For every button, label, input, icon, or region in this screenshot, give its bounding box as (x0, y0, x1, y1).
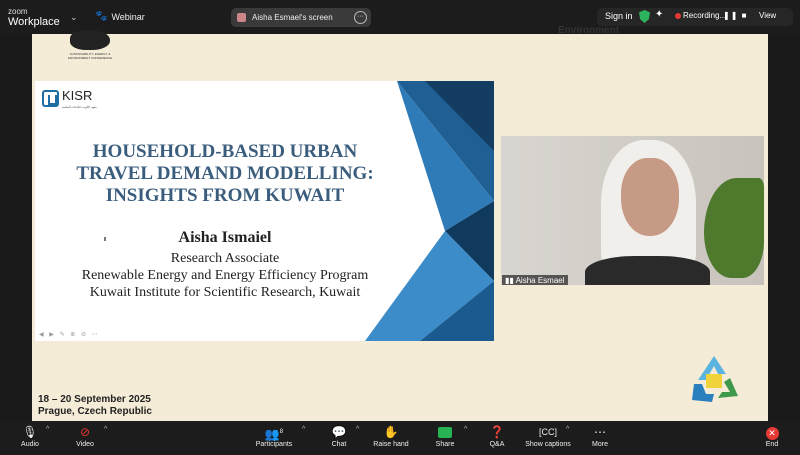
top-right-controls: Sign in ✦ Recording... ❚❚ ■ View (597, 8, 793, 26)
captions-caret-icon[interactable]: ^ (566, 426, 569, 433)
conference-logo: SUSTAINABILITY, ENERGY & ENVIRONMENT CON… (66, 30, 114, 62)
participants-icon: 👥8 (264, 427, 284, 441)
participants-button[interactable]: 👥8 Participants (250, 424, 298, 448)
share-caret-icon[interactable]: ^ (464, 426, 467, 433)
view-button[interactable]: View (759, 11, 776, 20)
kisr-logo-icon (42, 89, 59, 107)
share-label: Share (435, 441, 455, 448)
share-screen-icon (438, 427, 452, 438)
more-button[interactable]: ⋯ More (588, 424, 612, 448)
recording-dot-icon (675, 13, 681, 19)
raise-hand-label: Raise hand (373, 441, 409, 448)
presenter-institute: Kuwait Institute for Scientific Research… (89, 285, 361, 300)
video-label: Video (76, 441, 94, 448)
captions-label: Show captions (525, 441, 571, 448)
slide-title-line: TRAVEL DEMAND MODELLING: (76, 163, 374, 184)
mouse-cursor (104, 237, 106, 241)
slide-title-line: HOUSEHOLD-BASED URBAN (92, 141, 358, 162)
audio-options-caret-icon[interactable]: ^ (46, 426, 49, 433)
participants-caret-icon[interactable]: ^ (302, 426, 305, 433)
kisr-logo-text: KISR (62, 88, 93, 103)
kisr-logo-subtext: معهد الكويت للأبحاث العلمية (62, 105, 97, 109)
sign-in-button[interactable]: Sign in (605, 11, 633, 21)
conference-dates: 18 – 20 September 2025 (38, 394, 151, 405)
audio-label: Audio (21, 441, 39, 448)
webinar-menu[interactable]: 🐾 Webinar (95, 11, 145, 22)
more-options-icon[interactable]: ··· (354, 11, 367, 24)
conference-info: 18 – 20 September 2025 Prague, Czech Rep… (38, 394, 152, 418)
chat-icon: 💬 (331, 425, 347, 439)
chat-caret-icon[interactable]: ^ (356, 426, 359, 433)
participant-body (585, 256, 710, 285)
end-label: End (765, 441, 779, 448)
qa-button[interactable]: ❓ Q&A (486, 424, 508, 448)
participants-label: Participants (255, 441, 293, 448)
slide-toolbar[interactable]: ◀ ▶ ✎ ⊕ ⊖ ⋯ (39, 331, 100, 338)
plant-graphic (704, 178, 764, 278)
presenter-role: Research Associate (170, 251, 280, 266)
video-options-caret-icon[interactable]: ^ (104, 426, 107, 433)
participant-face (621, 158, 679, 236)
slide-title: HOUSEHOLD-BASED URBAN TRAVEL DEMAND MODE… (35, 141, 415, 207)
video-off-icon: ⊘ (79, 425, 91, 439)
microphone-icon: 🎙 (22, 425, 38, 439)
more-icon: ⋯ (594, 425, 606, 439)
environment-label: Environment (558, 25, 620, 36)
chevron-down-icon[interactable]: ⌄ (70, 12, 78, 23)
signal-icon: ▮▮ (505, 276, 514, 285)
presenter-program: Renewable Energy and Energy Efficiency P… (81, 268, 369, 283)
world-map-graphic (70, 30, 110, 50)
presenter-avatar (237, 13, 246, 22)
participant-name-label: ▮▮ Aisha Esmael (502, 275, 568, 285)
paw-icon: 🐾 (95, 11, 108, 22)
conference-location: Prague, Czech Republic (38, 406, 152, 417)
presentation-slide: KISR معهد الكويت للأبحاث العلمية HOUSEHO… (35, 81, 494, 341)
screen-share-indicator[interactable]: Aisha Esmael's screen ··· (231, 8, 371, 27)
participant-video-tile[interactable]: ▮▮ Aisha Esmael (501, 136, 764, 285)
raise-hand-icon: ✋ (383, 425, 399, 439)
qa-label: Q&A (489, 441, 505, 448)
logo-big-text: Workplace (8, 16, 60, 28)
end-icon: ✕ (765, 427, 779, 440)
top-bar: zoom Workplace ⌄ 🐾 Webinar Aisha Esmael'… (0, 0, 800, 34)
presenter-name: Aisha Ismaiel (178, 229, 272, 246)
share-button[interactable]: Share (432, 424, 458, 448)
audio-button[interactable]: 🎙 Audio (15, 424, 45, 448)
raise-hand-button[interactable]: ✋ Raise hand (370, 424, 412, 448)
pause-recording-icon[interactable]: ❚❚ ■ (723, 11, 747, 20)
kisr-logo: KISR معهد الكويت للأبحاث العلمية (42, 87, 97, 109)
slide-title-line: INSIGHTS FROM KUWAIT (105, 185, 345, 206)
chat-label: Chat (331, 441, 347, 448)
bottom-toolbar: 🎙 Audio ^ ⊘ Video ^ 👥8 Participants ^ 💬 … (0, 421, 800, 455)
chat-button[interactable]: 💬 Chat (326, 424, 352, 448)
shield-icon[interactable] (639, 10, 650, 23)
webinar-label: Webinar (111, 11, 145, 22)
slide-background-graphic (365, 81, 494, 341)
participant-name: Aisha Esmael (515, 276, 565, 285)
video-button[interactable]: ⊘ Video (70, 424, 100, 448)
zoom-logo: zoom Workplace (8, 6, 60, 28)
recycle-icon (692, 356, 738, 402)
end-button[interactable]: ✕ End (760, 424, 784, 448)
screen-share-label: Aisha Esmael's screen (252, 13, 333, 22)
conference-logo-text: SUSTAINABILITY, ENERGY & ENVIRONMENT CON… (68, 52, 112, 60)
participants-count: 8 (279, 429, 284, 435)
recording-status: Recording... (683, 11, 727, 20)
sparkle-icon[interactable]: ✦ (655, 9, 663, 20)
qa-icon: ❓ (489, 425, 505, 439)
more-label: More (592, 441, 608, 448)
